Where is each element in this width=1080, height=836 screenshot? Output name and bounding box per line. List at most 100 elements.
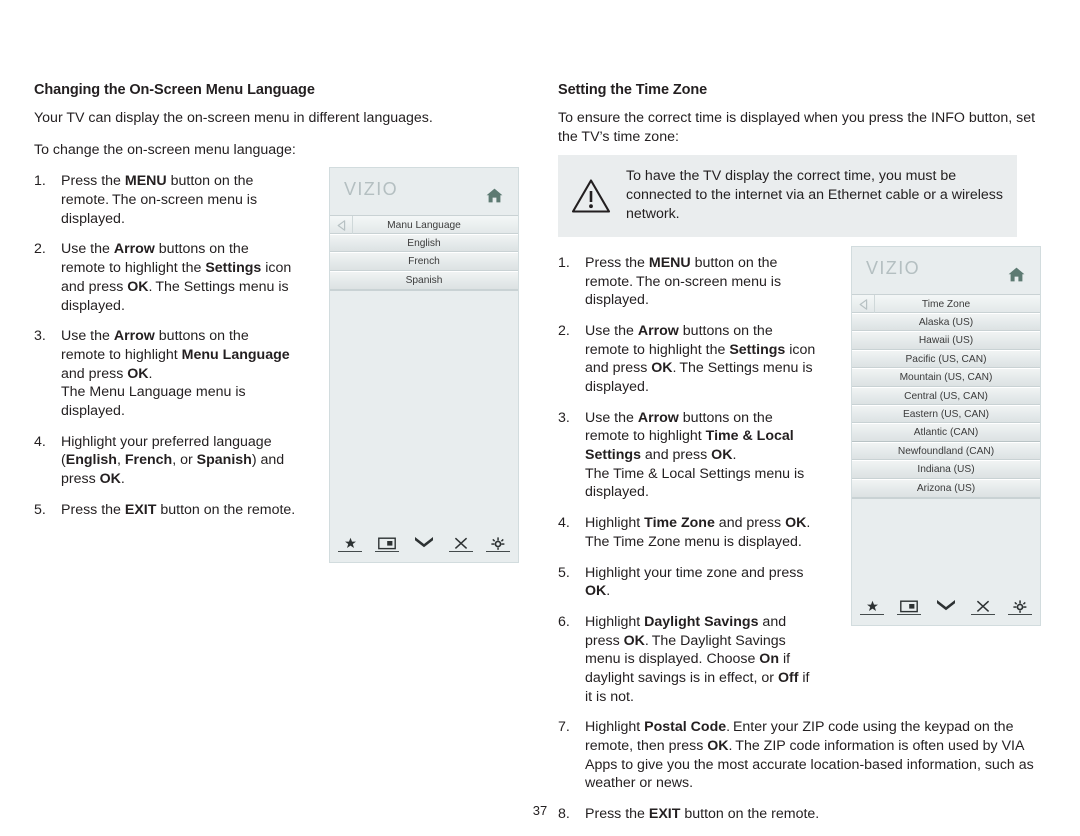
step-text: Highlight your time zone and press OK. [585,564,804,600]
step-text: Highlight Time Zone and press OK. The Ti… [585,515,814,550]
osd-menu-item[interactable]: Newfoundland (CAN) [852,442,1040,462]
osd-menu-item[interactable]: Arizona (US) [852,479,1040,498]
osd-menu-item-label: Newfoundland (CAN) [897,445,995,457]
osd-menu-title-label: Manu Language [387,220,461,231]
step-item: 5. Press the EXIT button on the remote. [34,501,296,520]
chevron-double-down-icon[interactable] [411,530,437,550]
home-icon[interactable] [1008,267,1025,282]
osd-menu-item-label: Spanish [405,274,443,286]
step-number: 5. [34,501,46,518]
right-intro-text: To ensure the correct time is displayed … [558,110,1036,145]
vizio-logo: VIZIO [344,179,399,199]
step-item: 6. Highlight Daylight Savings and press O… [558,613,820,706]
osd-mockup-time-zone: VIZIO Time Zone Alaska (US) Hawaii (US) Pac… [851,246,1041,626]
osd-body-spacer [330,291,518,522]
gear-icon[interactable] [485,530,511,552]
vizio-logo: VIZIO [866,258,921,278]
osd-menu-item-label: Hawaii (US) [918,335,974,347]
osd-menu-list: Manu Language English French Spanish [330,215,518,292]
warning-triangle-icon [570,176,612,216]
step-number: 1. [34,173,46,190]
osd-menu-item[interactable]: French [330,253,518,272]
step-number: 2. [558,323,570,340]
step-number: 6. [558,613,570,630]
close-x-icon[interactable] [448,530,474,552]
star-icon[interactable] [337,530,363,552]
step-item: 3. Use the Arrow buttons on the remote to… [34,327,296,420]
step-text: Press the MENU button on the remote. The… [61,173,258,227]
step-item: 3. Use the Arrow buttons on the remote to… [558,409,820,502]
osd-menu-item[interactable]: Central (US, CAN) [852,387,1040,406]
osd-menu-item-label: French [408,256,440,268]
back-arrow-icon[interactable] [330,216,353,234]
osd-menu-item-label: Atlantic (CAN) [913,427,979,439]
step-item: 4. Highlight your preferred language (Eng… [34,433,296,489]
gear-icon[interactable] [1007,593,1033,615]
osd-menu-item-label: English [407,238,441,249]
picture-icon[interactable] [374,530,400,552]
osd-menu-item[interactable]: Spanish [330,271,518,291]
right-section-title: Setting the Time Zone [558,82,708,98]
step-text: Use the Arrow buttons on the remote to h… [61,241,292,314]
osd-menu-item-label: Pacific (US, CAN) [905,353,987,365]
note-box: To have the TV display the correct time,… [558,155,1017,238]
step-item: 4. Highlight Time Zone and press OK. The … [558,514,820,551]
step-text: Use the Arrow buttons on the remote to h… [585,409,805,501]
osd-mockup-menu-language: VIZIO Manu Language English French Spanish [329,167,519,563]
osd-menu-item-label: Central (US, CAN) [904,390,988,402]
step-text: Press the MENU button on the remote. The… [585,255,782,309]
osd-menu-item[interactable]: Indiana (US) [852,461,1040,480]
osd-menu-item-label: Mountain (US, CAN) [899,372,993,384]
step-item: 1. Press the MENU button on the remote. T… [34,172,296,228]
step-item: 2. Use the Arrow buttons on the remote to… [558,322,820,397]
left-section-title: Changing the On-Screen Menu Language [34,82,315,98]
chevron-double-down-icon[interactable] [933,593,959,613]
osd-menu-item-label: Indiana (US) [917,464,975,476]
osd-menu-title-row: Time Zone [852,295,1040,314]
osd-header: VIZIO [330,168,518,215]
osd-menu-item[interactable]: Eastern (US, CAN) [852,405,1040,425]
step-number: 4. [34,433,46,450]
step-number: 1. [558,255,570,272]
picture-icon[interactable] [896,593,922,615]
star-icon[interactable] [859,593,885,615]
note-text: To have the TV display the correct time,… [626,168,1003,223]
step-number: 7. [558,719,570,736]
osd-menu-item[interactable]: Pacific (US, CAN) [852,350,1040,370]
step-number: 5. [558,564,570,581]
osd-menu-item[interactable]: Alaska (US) [852,314,1040,333]
step-number: 2. [34,241,46,258]
osd-menu-item[interactable]: Mountain (US, CAN) [852,369,1040,388]
left-steps-list: 1. Press the MENU button on the remote. T… [34,172,296,519]
home-icon[interactable] [486,188,503,203]
osd-header: VIZIO [852,247,1040,294]
step-text: Use the Arrow buttons on the remote to h… [61,328,290,419]
osd-menu-item[interactable]: English [330,235,518,254]
osd-menu-list: Time Zone Alaska (US) Hawaii (US) Pacific (… [852,294,1040,499]
step-item: 1. Press the MENU button on the remote. T… [558,254,820,310]
step-item: 7. Highlight Postal Code. Enter your ZIP … [558,718,1044,793]
osd-menu-item-label: Alaska (US) [918,317,974,328]
left-intro-text: Your TV can display the on-screen menu i… [34,110,433,126]
step-number: 4. [558,515,570,532]
step-number: 3. [34,328,46,345]
page-number: 37 [532,803,548,818]
osd-menu-title-row: Manu Language [330,216,518,235]
osd-footer-bar [330,522,518,562]
osd-menu-item[interactable]: Hawaii (US) [852,332,1040,351]
step-item: 2. Use the Arrow buttons on the remote to… [34,240,296,315]
osd-footer-bar [852,585,1040,625]
step-number: 3. [558,409,570,426]
step-text: Highlight Postal Code. Enter your ZIP co… [585,719,1034,792]
left-lead-in-text: To change the on-screen menu language: [34,141,296,158]
close-x-icon[interactable] [970,593,996,615]
osd-menu-item-label: Arizona (US) [916,482,976,494]
step-text: Highlight your preferred language (Engli… [61,433,285,487]
osd-menu-item[interactable]: Atlantic (CAN) [852,424,1040,443]
manual-page: Changing the On-Screen Menu Language You… [0,0,1080,834]
step-item: 5. Highlight your time zone and press OK. [558,564,820,601]
step-text: Highlight Daylight Savings and press OK.… [585,613,810,705]
osd-body-spacer [852,499,1040,585]
osd-menu-item-label: Eastern (US, CAN) [902,408,990,420]
back-arrow-icon[interactable] [852,295,875,313]
